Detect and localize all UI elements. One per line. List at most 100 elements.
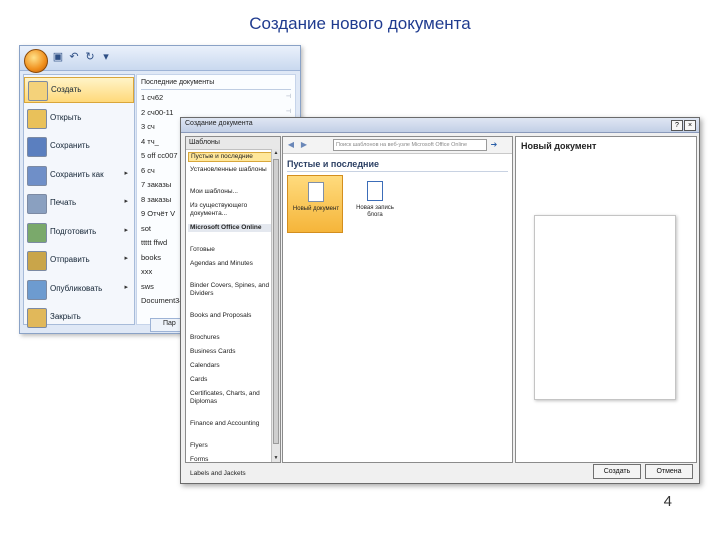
- recent-document-item[interactable]: 6 сч: [141, 166, 155, 175]
- submenu-arrow-icon: ▸: [124, 255, 128, 262]
- office-menu-item[interactable]: Сохранить: [24, 134, 134, 160]
- recent-document-item[interactable]: 9 Отчёт V: [141, 209, 175, 218]
- office-menu-item[interactable]: Сохранить как ▸: [24, 163, 134, 189]
- send-icon: [27, 251, 47, 271]
- scroll-up-icon[interactable]: ▲: [272, 149, 280, 157]
- undo-icon[interactable]: ↶: [68, 51, 80, 63]
- office-menu-item-label: Открыть: [50, 112, 82, 122]
- recent-document-item[interactable]: ttttt ffwd: [141, 238, 167, 247]
- forward-arrow-icon[interactable]: ▶: [299, 140, 309, 150]
- back-arrow-icon[interactable]: ◀: [286, 140, 296, 150]
- save-icon: [27, 137, 47, 157]
- recent-document-item[interactable]: 5 off сс007: [141, 151, 178, 160]
- office-menu-item[interactable]: Отправить ▸: [24, 248, 134, 274]
- category-item[interactable]: Из существующего документа...: [190, 202, 270, 218]
- office-menu-item[interactable]: Создать: [24, 77, 134, 103]
- open-folder-icon: [27, 108, 47, 129]
- navigation-bar: ◀ ▶ Поиск шаблонов на веб-узле Microsoft…: [283, 137, 512, 154]
- recent-document-item[interactable]: xxx: [141, 267, 152, 276]
- category-item[interactable]: Labels and Jackets: [190, 470, 270, 478]
- close-button[interactable]: ×: [684, 120, 696, 131]
- divider: [141, 89, 291, 90]
- category-item[interactable]: Binder Covers, Spines, and Dividers: [190, 282, 270, 298]
- recent-documents-header: Последние документы: [141, 79, 215, 86]
- office-menu-item[interactable]: Закрыть: [24, 305, 134, 331]
- office-menu-commands: Создать Открыть Сохранить Сохранить как ▸ Печ…: [23, 74, 135, 328]
- category-item[interactable]: Business Cards: [190, 348, 270, 356]
- office-menu-item-label: Сохранить: [50, 141, 90, 150]
- recent-document-item[interactable]: sot: [141, 224, 151, 233]
- office-menu-item[interactable]: Открыть: [24, 106, 134, 132]
- section-title: Пустые и последние: [287, 159, 379, 169]
- templates-category-pane: Шаблоны Пустые и последние Установленные …: [185, 136, 281, 477]
- word-options-label: Пар: [163, 320, 176, 327]
- recent-document-item[interactable]: 2 сч00-11: [141, 108, 173, 117]
- blank-document-icon: [308, 182, 324, 202]
- preview-pane: Новый документ: [515, 136, 697, 463]
- pin-icon[interactable]: ⊣: [286, 108, 291, 115]
- pin-icon[interactable]: ⊣: [286, 93, 291, 100]
- office-menu-item-label: Закрыть: [50, 312, 81, 321]
- category-section-header: Microsoft Office Online: [188, 224, 272, 232]
- recent-document-item[interactable]: 7 заказы: [141, 180, 171, 189]
- redo-icon[interactable]: ↻: [84, 51, 96, 63]
- template-item[interactable]: Новый документ: [287, 175, 343, 233]
- category-item[interactable]: Мои шаблоны...: [190, 188, 270, 196]
- office-menu-item-label: Печать: [50, 198, 77, 207]
- office-menu-item-label: Сохранить как: [50, 169, 104, 179]
- blog-post-icon: [367, 181, 383, 201]
- category-item[interactable]: Calendars: [190, 362, 270, 370]
- divider: [287, 171, 508, 172]
- recent-document-item[interactable]: Document34: [141, 296, 184, 305]
- search-go-icon[interactable]: ➔: [488, 139, 500, 151]
- dialog-title: Создание документа: [185, 120, 253, 127]
- slide-number: 4: [663, 493, 672, 510]
- slide-title: Создание нового документа: [249, 14, 471, 33]
- category-item[interactable]: Forms: [190, 456, 270, 464]
- recent-document-item[interactable]: 4 тч_: [141, 137, 159, 146]
- document-preview: [534, 215, 676, 400]
- category-item[interactable]: Books and Proposals: [190, 312, 270, 320]
- category-item[interactable]: Finance and Accounting: [190, 420, 270, 428]
- categories-header: Шаблоны: [186, 137, 280, 150]
- dialog-title-bar: Создание документа ? ×: [181, 118, 699, 133]
- category-item[interactable]: Cards: [190, 376, 270, 384]
- office-menu-item[interactable]: Опубликовать ▸: [24, 277, 134, 303]
- customize-toolbar-icon[interactable]: ▾: [100, 51, 112, 63]
- create-button[interactable]: Создать: [593, 464, 641, 479]
- template-label: Новый документ: [292, 206, 340, 212]
- save-icon[interactable]: ▣: [52, 51, 64, 63]
- submenu-arrow-icon: ▸: [124, 283, 128, 291]
- category-item[interactable]: Flyers: [190, 442, 270, 450]
- category-item[interactable]: Готовые: [190, 246, 270, 254]
- save-as-icon: [27, 165, 47, 186]
- scroll-down-icon[interactable]: ▼: [272, 454, 280, 462]
- prepare-icon: [27, 222, 47, 243]
- categories-header-label: Шаблоны: [189, 139, 220, 146]
- templates-list-pane: ◀ ▶ Поиск шаблонов на веб-узле Microsoft…: [282, 136, 513, 463]
- office-button[interactable]: [24, 49, 48, 73]
- category-item[interactable]: Пустые и последние: [188, 152, 272, 162]
- category-item[interactable]: Certificates, Charts, and Diplomas: [190, 390, 270, 406]
- category-item[interactable]: Agendas and Minutes: [190, 260, 270, 268]
- print-icon: [27, 194, 47, 214]
- office-menu-item[interactable]: Подготовить ▸: [24, 220, 134, 246]
- category-item[interactable]: Установленные шаблоны: [190, 166, 270, 174]
- template-label: Новая запись блога: [356, 205, 394, 218]
- publish-icon: [27, 279, 47, 300]
- preview-title: Новый документ: [521, 141, 597, 151]
- template-item[interactable]: Новая запись блога: [347, 175, 403, 233]
- cancel-button[interactable]: Отмена: [645, 464, 693, 479]
- recent-document-item[interactable]: 8 заказы: [141, 195, 171, 204]
- category-scrollbar[interactable]: ▲ ▼: [271, 149, 280, 462]
- category-item[interactable]: Brochures: [190, 334, 270, 342]
- office-menu-item[interactable]: Печать ▸: [24, 191, 134, 217]
- template-search-input[interactable]: Поиск шаблонов на веб-узле Microsoft Off…: [333, 139, 487, 151]
- recent-document-item[interactable]: sws: [141, 282, 154, 291]
- help-button[interactable]: ?: [671, 120, 683, 131]
- recent-document-item[interactable]: books: [141, 253, 161, 262]
- recent-document-item[interactable]: 1 сч62: [141, 93, 163, 102]
- recent-document-item[interactable]: 3 сч: [141, 122, 155, 131]
- quick-access-toolbar: ▣ ↶ ↻ ▾: [20, 46, 300, 73]
- scroll-thumb[interactable]: [273, 159, 279, 444]
